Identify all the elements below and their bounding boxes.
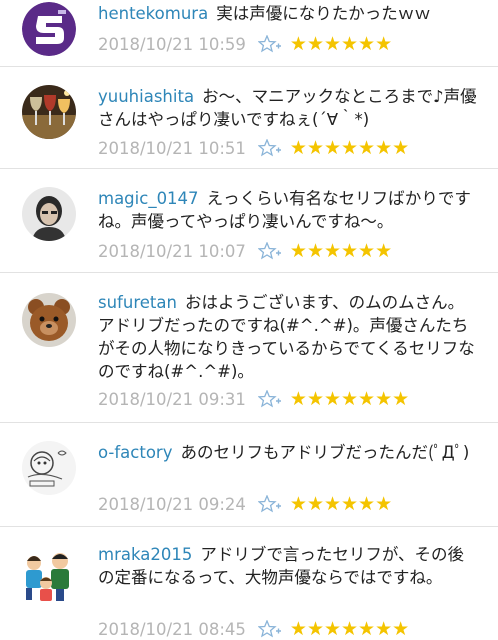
comment-username[interactable]: magic_0147 [98, 189, 199, 208]
comment-timestamp: 2018/10/21 08:45 [98, 619, 246, 639]
avatar[interactable] [22, 85, 76, 139]
teddy-bear-avatar-icon [22, 293, 76, 347]
avatar[interactable] [22, 2, 76, 56]
star-rating: ★★★★★★ [289, 240, 393, 262]
comment-timestamp: 2018/10/21 10:59 [98, 34, 246, 54]
comment-item: o-factory あのセリフもアドリブだったんだ(ﾟДﾟ) 2018/10/21… [0, 423, 498, 527]
star-rating: ★★★★★★ [289, 493, 393, 515]
add-star-icon[interactable] [257, 242, 282, 260]
comment-text: あのセリフもアドリブだったんだ(ﾟДﾟ) [180, 443, 470, 462]
star-rating: ★★★★★★★ [289, 618, 410, 640]
comment-item: sufuretan おはようございます、のムのムさん。アドリブだったのですね(#^… [0, 273, 498, 423]
comment-item: mraka2015 アドリブで言ったセリフが、その後の定番になるって、大物声優なら… [0, 527, 498, 640]
sketch-logo-avatar-icon [22, 441, 76, 495]
add-star-icon[interactable] [257, 35, 282, 53]
comment-text: 実は声優になりたかったｗｗ [216, 4, 431, 23]
comment-timestamp: 2018/10/21 10:51 [98, 138, 246, 158]
comment-username[interactable]: hentekomura [98, 4, 208, 23]
add-star-icon[interactable] [257, 139, 282, 157]
avatar[interactable] [22, 293, 76, 347]
comment-username[interactable]: mraka2015 [98, 545, 192, 564]
avatar[interactable] [22, 187, 76, 241]
comment-username[interactable]: o-factory [98, 443, 172, 462]
comment-username[interactable]: sufuretan [98, 293, 177, 312]
comment-username[interactable]: yuuhiashita [98, 87, 194, 106]
avatar[interactable] [20, 547, 78, 605]
portrait-avatar-icon [22, 187, 76, 241]
add-star-icon[interactable] [257, 390, 282, 408]
star-rating: ★★★★★★★ [289, 388, 410, 410]
comment-item: yuuhiashita お～、マニアックなところまで♪声優さんはやっぱり凄いですね… [0, 67, 498, 169]
family-illustration-avatar-icon [20, 547, 78, 605]
comment-item: hentekomura 実は声優になりたかったｗｗ 2018/10/21 10:5… [0, 0, 498, 67]
star-rating: ★★★★★★ [289, 33, 393, 55]
comment-timestamp: 2018/10/21 10:07 [98, 241, 246, 261]
add-star-icon[interactable] [257, 495, 282, 513]
star-rating: ★★★★★★★ [289, 137, 410, 159]
wine-glasses-avatar-icon [22, 85, 76, 139]
purple-logo-avatar-icon [22, 2, 76, 56]
add-star-icon[interactable] [257, 620, 282, 638]
comment-item: magic_0147 えっくらい有名なセリフばかりですね。声優ってやっぱり凄いんで… [0, 169, 498, 273]
comment-timestamp: 2018/10/21 09:31 [98, 389, 246, 409]
comment-timestamp: 2018/10/21 09:24 [98, 494, 246, 514]
avatar[interactable] [22, 441, 76, 495]
